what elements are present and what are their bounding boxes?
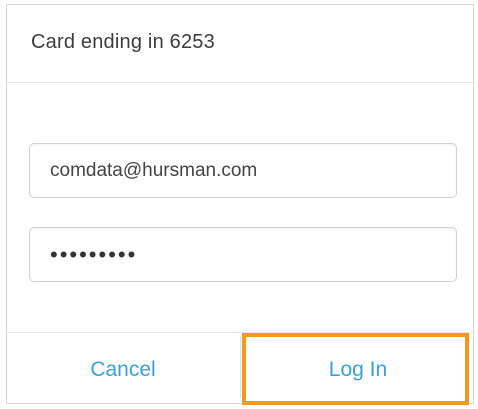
button-divider	[240, 336, 241, 398]
username-field[interactable]	[29, 143, 457, 198]
footer-divider	[7, 332, 473, 333]
title-divider	[7, 82, 473, 83]
dialog-title: Card ending in 6253	[31, 31, 215, 53]
dialog-body	[7, 84, 473, 337]
login-button[interactable]: Log In	[247, 337, 469, 403]
password-field[interactable]	[29, 227, 457, 282]
username-input[interactable]	[50, 159, 456, 182]
password-input[interactable]	[50, 241, 456, 268]
cancel-button[interactable]: Cancel	[7, 337, 239, 403]
